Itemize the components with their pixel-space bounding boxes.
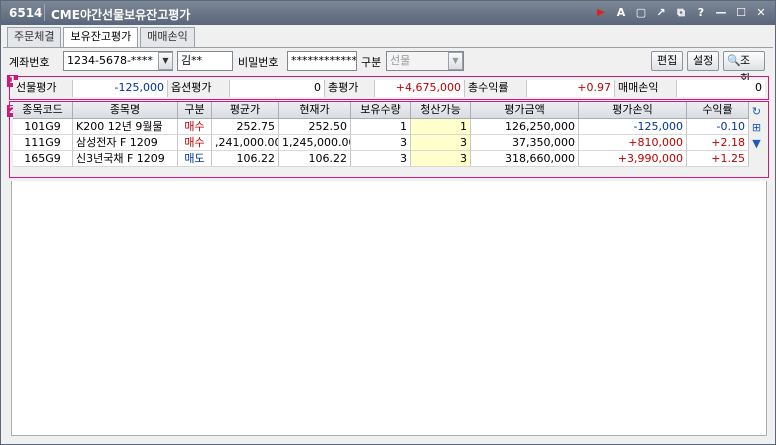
account-name-field[interactable]: 김** [177, 51, 233, 71]
font-icon[interactable]: A [613, 5, 629, 21]
col-closable-qty[interactable]: 청산가능 [411, 102, 471, 119]
refresh-icon[interactable]: ↻ [749, 104, 764, 119]
settings-button[interactable]: 설정 [687, 51, 720, 71]
screen-code: 6514 [9, 6, 43, 20]
minimize-icon[interactable]: — [713, 5, 729, 21]
cell-holding-qty: 3 [351, 135, 411, 151]
cell-side: 매수 [178, 119, 212, 135]
col-avg-price[interactable]: 평균가 [212, 102, 279, 119]
password-field[interactable]: ************ [287, 51, 357, 71]
cell-return: -0.10 [687, 119, 749, 135]
total-eval-label: 총평가 [325, 80, 375, 97]
cell-code: 111G9 [13, 135, 73, 151]
col-name[interactable]: 종목명 [73, 102, 178, 119]
export-icon[interactable]: ⊞ [749, 120, 764, 135]
col-eval-amount[interactable]: 평가금액 [471, 102, 579, 119]
tile-icon[interactable]: ⧉ [673, 5, 689, 21]
cell-side: 매수 [178, 135, 212, 151]
options-eval-value: 0 [230, 80, 325, 97]
cell-holding-qty: 3 [351, 151, 411, 167]
col-holding-qty[interactable]: 보유수량 [351, 102, 411, 119]
cell-name: 신3년국채 F 1209 [73, 151, 178, 167]
table-row[interactable]: 165G9 신3년국채 F 1209 매도 106.22 106.22 3 3 … [13, 151, 765, 167]
cell-return: +1.25 [687, 151, 749, 167]
summary-bar: 선물평가 -125,000 옵션평가 0 총평가 +4,675,000 총수익률… [13, 80, 765, 97]
holdings-table: 종목코드 종목명 구분 평균가 현재가 보유수량 청산가능 평가금액 평가손익 … [13, 102, 765, 167]
cell-name: K200 12년 9월물 [73, 119, 178, 135]
cell-eval-amount: 37,350,000 [471, 135, 579, 151]
title-buttons: ▶ A ▢ ↗ ⧉ ? — ☐ ✕ [593, 4, 769, 22]
cell-eval-pnl: +3,990,000 [579, 151, 687, 167]
cell-current-price: 1,245,000.00 [279, 135, 351, 151]
query-controls: 계좌번호 1234-5678-**** ▼ 김** 비밀번호 *********… [1, 51, 775, 85]
cell-holding-qty: 1 [351, 119, 411, 135]
scroll-down-icon[interactable]: ▼ [749, 136, 764, 151]
account-label: 계좌번호 [9, 56, 50, 69]
main-window: 6514 CME야간선물보유잔고평가 ▶ A ▢ ↗ ⧉ ? — ☐ ✕ 주문체… [0, 0, 776, 445]
tab-bar: 주문체결 보유잔고평가 매매손익 [7, 27, 195, 48]
search-icon: 🔍 [727, 54, 741, 67]
cell-avg-price: ,241,000.00 [212, 135, 279, 151]
link-screen-icon[interactable]: ▢ [633, 5, 649, 21]
cell-name: 삼성전자 F 1209 [73, 135, 178, 151]
type-dropdown-icon[interactable]: ▼ [448, 52, 463, 70]
table-row[interactable]: 111G9 삼성전자 F 1209 매수 ,241,000.00 1,245,0… [13, 135, 765, 151]
cell-eval-amount: 126,250,000 [471, 119, 579, 135]
options-eval-label: 옵션평가 [168, 80, 230, 97]
edit-button[interactable]: 편집 [651, 51, 684, 71]
type-label: 구분 [361, 56, 382, 69]
trade-pnl-value: 0 [677, 80, 765, 97]
account-dropdown-icon[interactable]: ▼ [158, 52, 173, 70]
total-return-value: +0.97 [527, 80, 615, 97]
table-row[interactable]: 101G9 K200 12년 9월물 매수 252.75 252.50 1 1 … [13, 119, 765, 135]
cell-side: 매도 [178, 151, 212, 167]
close-icon[interactable]: ✕ [753, 5, 769, 21]
col-current-price[interactable]: 현재가 [279, 102, 351, 119]
title-bar[interactable]: 6514 CME야간선물보유잔고평가 ▶ A ▢ ↗ ⧉ ? — ☐ ✕ [1, 1, 775, 25]
col-side[interactable]: 구분 [178, 102, 212, 119]
cell-return: +2.18 [687, 135, 749, 151]
cell-current-price: 252.50 [279, 119, 351, 135]
cell-eval-pnl: -125,000 [579, 119, 687, 135]
cell-closable-qty[interactable]: 3 [411, 135, 471, 151]
tab-holdings-valuation[interactable]: 보유잔고평가 [63, 27, 139, 48]
tab-order-fill[interactable]: 주문체결 [7, 27, 62, 47]
password-label: 비밀번호 [238, 56, 279, 69]
help-icon[interactable]: ? [693, 5, 709, 21]
cell-avg-price: 252.75 [212, 119, 279, 135]
cell-eval-amount: 318,660,000 [471, 151, 579, 167]
search-button[interactable]: 🔍 조회 [723, 51, 765, 85]
total-return-label: 총수익률 [465, 80, 527, 97]
table-empty-area [11, 181, 767, 436]
cell-avg-price: 106.22 [212, 151, 279, 167]
cell-code: 101G9 [13, 119, 73, 135]
table-header: 종목코드 종목명 구분 평균가 현재가 보유수량 청산가능 평가금액 평가손익 … [13, 102, 765, 119]
futures-eval-label: 선물평가 [13, 80, 73, 97]
col-return[interactable]: 수익률 [687, 102, 749, 119]
window-title: CME야간선물보유잔고평가 [51, 8, 191, 22]
cell-eval-pnl: +810,000 [579, 135, 687, 151]
col-code[interactable]: 종목코드 [13, 102, 73, 119]
maximize-icon[interactable]: ☐ [733, 5, 749, 21]
title-separator [44, 4, 45, 21]
tab-divider [3, 47, 773, 48]
cell-closable-qty[interactable]: 3 [411, 151, 471, 167]
cell-current-price: 106.22 [279, 151, 351, 167]
play-icon[interactable]: ▶ [593, 5, 609, 21]
total-eval-value: +4,675,000 [375, 80, 465, 97]
trade-pnl-label: 매매손익 [615, 80, 677, 97]
col-eval-pnl[interactable]: 평가손익 [579, 102, 687, 119]
popout-icon[interactable]: ↗ [653, 5, 669, 21]
cell-closable-qty[interactable]: 1 [411, 119, 471, 135]
tab-trade-pnl[interactable]: 매매손익 [140, 27, 195, 47]
account-select[interactable]: 1234-5678-**** [63, 51, 173, 71]
cell-code: 165G9 [13, 151, 73, 167]
futures-eval-value: -125,000 [73, 80, 168, 97]
table-side-tools: ↻ ⊞ ▼ [748, 103, 765, 151]
